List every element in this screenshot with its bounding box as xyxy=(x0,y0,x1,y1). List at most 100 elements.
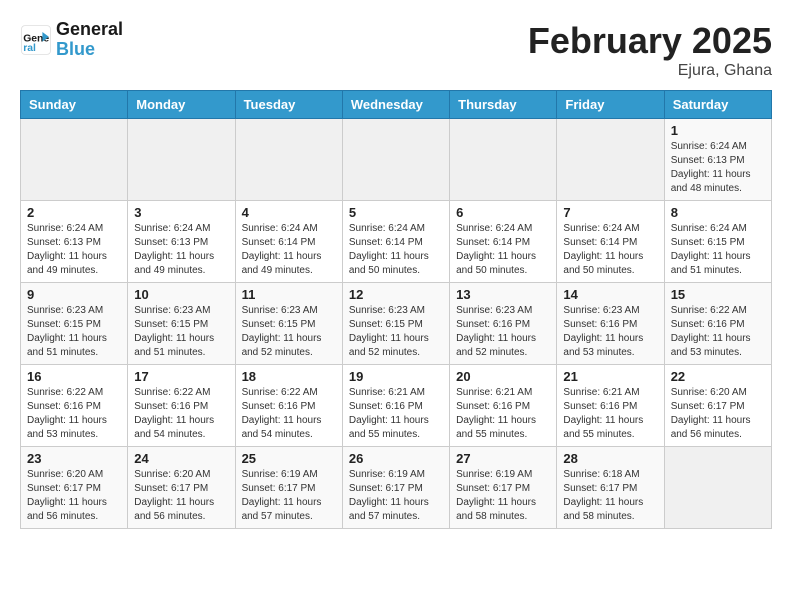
calendar-cell: 13 Sunrise: 6:23 AM Sunset: 6:16 PM Dayli… xyxy=(450,283,557,365)
weekday-header-tuesday: Tuesday xyxy=(235,91,342,119)
day-number: 11 xyxy=(242,287,336,302)
calendar-cell: 6 Sunrise: 6:24 AM Sunset: 6:14 PM Daylig… xyxy=(450,201,557,283)
logo: Gene ral General Blue xyxy=(20,20,123,60)
day-number: 16 xyxy=(27,369,121,384)
day-info: Sunrise: 6:19 AM Sunset: 6:17 PM Dayligh… xyxy=(242,468,336,524)
calendar-cell: 28 Sunrise: 6:18 AM Sunset: 6:17 PM Dayli… xyxy=(557,447,664,529)
day-info: Sunrise: 6:24 AM Sunset: 6:14 PM Dayligh… xyxy=(242,222,336,278)
day-info: Sunrise: 6:21 AM Sunset: 6:16 PM Dayligh… xyxy=(563,386,657,442)
logo-icon: Gene ral xyxy=(20,24,52,56)
day-info: Sunrise: 6:20 AM Sunset: 6:17 PM Dayligh… xyxy=(671,386,765,442)
day-info: Sunrise: 6:21 AM Sunset: 6:16 PM Dayligh… xyxy=(349,386,443,442)
calendar-cell: 21 Sunrise: 6:21 AM Sunset: 6:16 PM Dayli… xyxy=(557,365,664,447)
calendar-week-5: 23 Sunrise: 6:20 AM Sunset: 6:17 PM Dayli… xyxy=(21,447,772,529)
day-info: Sunrise: 6:20 AM Sunset: 6:17 PM Dayligh… xyxy=(134,468,228,524)
day-number: 14 xyxy=(563,287,657,302)
calendar-cell: 18Sunrise: 6:22 AM Sunset: 6:16 PM Dayli… xyxy=(235,365,342,447)
weekday-header-monday: Monday xyxy=(128,91,235,119)
day-info: Sunrise: 6:23 AM Sunset: 6:15 PM Dayligh… xyxy=(349,304,443,360)
svg-text:ral: ral xyxy=(23,43,36,54)
calendar-cell xyxy=(342,119,449,201)
weekday-header-saturday: Saturday xyxy=(664,91,771,119)
day-info: Sunrise: 6:20 AM Sunset: 6:17 PM Dayligh… xyxy=(27,468,121,524)
day-info: Sunrise: 6:22 AM Sunset: 6:16 PM Dayligh… xyxy=(134,386,228,442)
day-info: Sunrise: 6:22 AM Sunset: 6:16 PM Dayligh… xyxy=(671,304,765,360)
day-number: 20 xyxy=(456,369,550,384)
day-info: Sunrise: 6:23 AM Sunset: 6:15 PM Dayligh… xyxy=(134,304,228,360)
calendar-cell: 2 Sunrise: 6:24 AM Sunset: 6:13 PM Daylig… xyxy=(21,201,128,283)
day-info: Sunrise: 6:19 AM Sunset: 6:17 PM Dayligh… xyxy=(456,468,550,524)
day-info: Sunrise: 6:22 AM Sunset: 6:16 PM Dayligh… xyxy=(27,386,121,442)
day-number: 22 xyxy=(671,369,765,384)
page-header: Gene ral General Blue February 2025 Ejur… xyxy=(20,20,772,80)
day-number: 27 xyxy=(456,451,550,466)
day-number: 5 xyxy=(349,205,443,220)
calendar-cell: 22 Sunrise: 6:20 AM Sunset: 6:17 PM Dayli… xyxy=(664,365,771,447)
day-number: 21 xyxy=(563,369,657,384)
calendar-cell xyxy=(557,119,664,201)
calendar-cell xyxy=(450,119,557,201)
calendar-cell: 15 Sunrise: 6:22 AM Sunset: 6:16 PM Dayli… xyxy=(664,283,771,365)
calendar-cell: 19 Sunrise: 6:21 AM Sunset: 6:16 PM Dayli… xyxy=(342,365,449,447)
day-number: 28 xyxy=(563,451,657,466)
day-number: 10 xyxy=(134,287,228,302)
month-title: February 2025 xyxy=(528,20,772,62)
day-number: 25 xyxy=(242,451,336,466)
day-number: 26 xyxy=(349,451,443,466)
calendar-body: 1 Sunrise: 6:24 AM Sunset: 6:13 PM Daylig… xyxy=(21,119,772,529)
day-info: Sunrise: 6:18 AM Sunset: 6:17 PM Dayligh… xyxy=(563,468,657,524)
calendar-cell: 10 Sunrise: 6:23 AM Sunset: 6:15 PM Dayli… xyxy=(128,283,235,365)
day-info: Sunrise: 6:19 AM Sunset: 6:17 PM Dayligh… xyxy=(349,468,443,524)
day-number: 7 xyxy=(563,205,657,220)
day-number: 23 xyxy=(27,451,121,466)
day-number: 6 xyxy=(456,205,550,220)
calendar-week-1: 1 Sunrise: 6:24 AM Sunset: 6:13 PM Daylig… xyxy=(21,119,772,201)
calendar-header: SundayMondayTuesdayWednesdayThursdayFrid… xyxy=(21,91,772,119)
day-number: 8 xyxy=(671,205,765,220)
calendar-cell: 5 Sunrise: 6:24 AM Sunset: 6:14 PM Daylig… xyxy=(342,201,449,283)
calendar-cell xyxy=(235,119,342,201)
day-number: 1 xyxy=(671,123,765,138)
location-title: Ejura, Ghana xyxy=(528,62,772,80)
weekday-header-sunday: Sunday xyxy=(21,91,128,119)
calendar-cell: 4 Sunrise: 6:24 AM Sunset: 6:14 PM Daylig… xyxy=(235,201,342,283)
day-number: 4 xyxy=(242,205,336,220)
calendar-cell: 20 Sunrise: 6:21 AM Sunset: 6:16 PM Dayli… xyxy=(450,365,557,447)
calendar-cell: 17Sunrise: 6:22 AM Sunset: 6:16 PM Dayli… xyxy=(128,365,235,447)
calendar-cell: 26 Sunrise: 6:19 AM Sunset: 6:17 PM Dayli… xyxy=(342,447,449,529)
calendar-cell: 1 Sunrise: 6:24 AM Sunset: 6:13 PM Daylig… xyxy=(664,119,771,201)
logo-line2: Blue xyxy=(56,40,123,60)
day-info: Sunrise: 6:24 AM Sunset: 6:13 PM Dayligh… xyxy=(671,140,765,196)
day-number: 2 xyxy=(27,205,121,220)
weekday-header-friday: Friday xyxy=(557,91,664,119)
calendar-cell: 7Sunrise: 6:24 AM Sunset: 6:14 PM Daylig… xyxy=(557,201,664,283)
calendar-cell: 23 Sunrise: 6:20 AM Sunset: 6:17 PM Dayli… xyxy=(21,447,128,529)
logo-line1: General xyxy=(56,20,123,40)
day-info: Sunrise: 6:21 AM Sunset: 6:16 PM Dayligh… xyxy=(456,386,550,442)
day-number: 3 xyxy=(134,205,228,220)
calendar-cell xyxy=(21,119,128,201)
calendar-cell: 16 Sunrise: 6:22 AM Sunset: 6:16 PM Dayli… xyxy=(21,365,128,447)
day-info: Sunrise: 6:24 AM Sunset: 6:13 PM Dayligh… xyxy=(27,222,121,278)
day-info: Sunrise: 6:24 AM Sunset: 6:13 PM Dayligh… xyxy=(134,222,228,278)
calendar-cell: 14Sunrise: 6:23 AM Sunset: 6:16 PM Dayli… xyxy=(557,283,664,365)
day-info: Sunrise: 6:24 AM Sunset: 6:14 PM Dayligh… xyxy=(349,222,443,278)
calendar-cell: 9 Sunrise: 6:23 AM Sunset: 6:15 PM Daylig… xyxy=(21,283,128,365)
day-number: 15 xyxy=(671,287,765,302)
day-info: Sunrise: 6:24 AM Sunset: 6:15 PM Dayligh… xyxy=(671,222,765,278)
day-info: Sunrise: 6:23 AM Sunset: 6:15 PM Dayligh… xyxy=(242,304,336,360)
day-number: 13 xyxy=(456,287,550,302)
weekday-header-wednesday: Wednesday xyxy=(342,91,449,119)
day-info: Sunrise: 6:23 AM Sunset: 6:15 PM Dayligh… xyxy=(27,304,121,360)
day-number: 19 xyxy=(349,369,443,384)
day-number: 9 xyxy=(27,287,121,302)
calendar-cell: 24Sunrise: 6:20 AM Sunset: 6:17 PM Dayli… xyxy=(128,447,235,529)
calendar-week-4: 16 Sunrise: 6:22 AM Sunset: 6:16 PM Dayli… xyxy=(21,365,772,447)
day-info: Sunrise: 6:24 AM Sunset: 6:14 PM Dayligh… xyxy=(456,222,550,278)
calendar-cell: 25 Sunrise: 6:19 AM Sunset: 6:17 PM Dayli… xyxy=(235,447,342,529)
weekday-header-thursday: Thursday xyxy=(450,91,557,119)
title-area: February 2025 Ejura, Ghana xyxy=(528,20,772,80)
day-number: 18 xyxy=(242,369,336,384)
calendar-cell xyxy=(128,119,235,201)
day-info: Sunrise: 6:23 AM Sunset: 6:16 PM Dayligh… xyxy=(456,304,550,360)
